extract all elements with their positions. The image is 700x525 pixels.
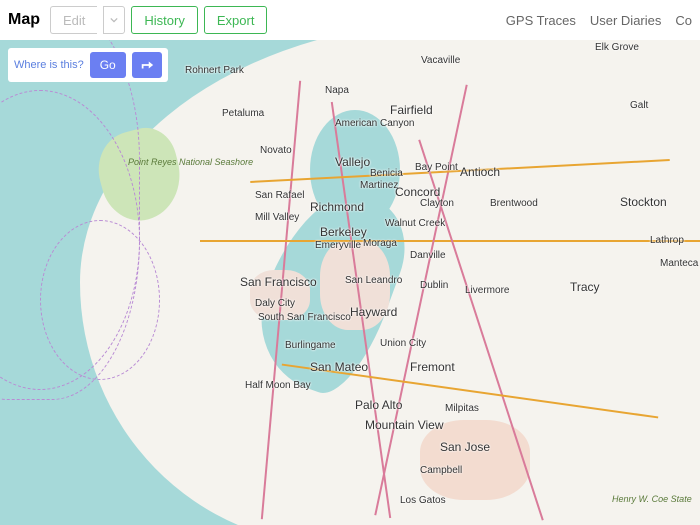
city-label: Brentwood <box>490 198 538 209</box>
city-label: Elk Grove <box>595 42 639 53</box>
city-label: Bay Point <box>415 162 458 173</box>
city-label: Novato <box>260 145 292 156</box>
city-label: Antioch <box>460 165 500 179</box>
directions-icon <box>140 58 154 72</box>
city-label: Stockton <box>620 195 667 209</box>
city-label: Burlingame <box>285 340 336 351</box>
history-button[interactable]: History <box>131 6 197 34</box>
city-label: Mill Valley <box>255 212 299 223</box>
export-button[interactable]: Export <box>204 6 268 34</box>
city-label: Rohnert Park <box>185 65 244 76</box>
topbar: Map Edit History Export GPS Traces User … <box>0 0 700 40</box>
directions-button[interactable] <box>132 52 162 78</box>
city-label: Hayward <box>350 305 397 319</box>
city-label: Benicia <box>370 168 403 179</box>
city-label: Vallejo <box>335 155 370 169</box>
chevron-down-icon <box>110 16 118 24</box>
city-label: Livermore <box>465 285 509 296</box>
city-label: Dublin <box>420 280 448 291</box>
go-button[interactable]: Go <box>90 52 126 78</box>
city-label: San Francisco <box>240 275 317 289</box>
city-label: Walnut Creek <box>385 218 445 229</box>
city-label: Napa <box>325 85 349 96</box>
edit-dropdown-caret[interactable] <box>103 6 125 34</box>
map-canvas[interactable]: Point Reyes National Seashore Henry W. C… <box>0 40 700 525</box>
park-label-coe: Henry W. Coe State <box>612 495 692 505</box>
city-label: Milpitas <box>445 403 479 414</box>
city-label: San Leandro <box>345 275 402 286</box>
nav-right: GPS Traces User Diaries Co <box>506 13 692 28</box>
city-label: Martinez <box>360 180 398 191</box>
city-label: Danville <box>410 250 446 261</box>
city-label: Lathrop <box>650 235 684 246</box>
city-label: Tracy <box>570 280 600 294</box>
logo-text: Map <box>8 11 40 29</box>
city-label: Los Gatos <box>400 495 446 506</box>
where-is-this-link[interactable]: Where is this? <box>14 59 84 71</box>
city-label: Galt <box>630 100 648 111</box>
marine-boundary <box>40 220 160 380</box>
city-label: San Rafael <box>255 190 304 201</box>
city-label: Vacaville <box>421 55 460 66</box>
button-group: Edit History Export <box>50 6 267 34</box>
city-label: Fremont <box>410 360 455 374</box>
city-label: Emeryville <box>315 240 361 251</box>
city-label: Clayton <box>420 198 454 209</box>
city-label: Campbell <box>420 465 462 476</box>
edit-button[interactable]: Edit <box>50 6 97 34</box>
nav-user-diaries[interactable]: User Diaries <box>590 13 662 28</box>
search-row: Where is this? Go <box>8 48 168 82</box>
nav-copyright[interactable]: Co <box>675 13 692 28</box>
city-label: American Canyon <box>335 118 414 129</box>
city-label: Palo Alto <box>355 398 402 412</box>
city-label: Fairfield <box>390 103 433 117</box>
city-label: Petaluma <box>222 108 264 119</box>
city-label: Concord <box>395 185 440 199</box>
park-label-point-reyes: Point Reyes National Seashore <box>128 158 253 168</box>
city-label: Richmond <box>310 200 364 214</box>
nav-gps-traces[interactable]: GPS Traces <box>506 13 576 28</box>
city-label: Berkeley <box>320 225 367 239</box>
city-label: South San Francisco <box>258 312 351 323</box>
city-label: Daly City <box>255 298 295 309</box>
city-label: Mountain View <box>365 418 444 432</box>
city-label: San Mateo <box>310 360 368 374</box>
city-label: Manteca <box>660 258 698 269</box>
city-label: Half Moon Bay <box>245 380 311 391</box>
city-label: San Jose <box>440 440 490 454</box>
city-label: Union City <box>380 338 426 349</box>
city-label: Moraga <box>363 238 397 249</box>
